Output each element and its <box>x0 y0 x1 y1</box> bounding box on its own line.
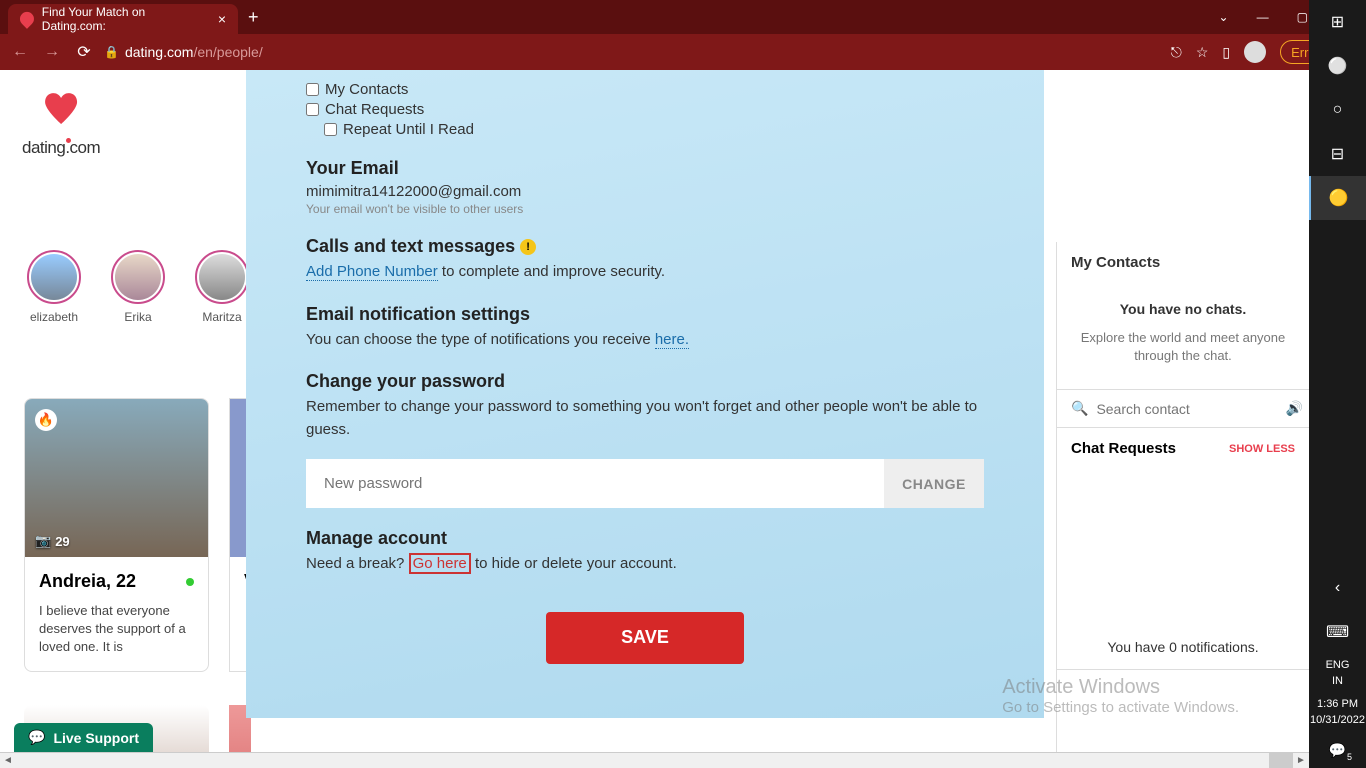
extensions-icon[interactable]: ▯ <box>1222 44 1230 61</box>
url-domain: dating.com <box>125 44 193 60</box>
change-password-button[interactable]: CHANGE <box>884 459 984 508</box>
change-password-heading: Change your password <box>306 371 984 392</box>
windows-taskbar: ⊞ ⚪ ○ ⊟ 🟡 ‹ ⌨ ENGIN 1:36 PM10/31/2022 💬5 <box>1309 0 1366 768</box>
chrome-icon[interactable]: 🟡 <box>1309 176 1366 220</box>
story-item[interactable]: Maritza <box>194 250 250 324</box>
scroll-right-icon[interactable]: ► <box>1293 755 1309 766</box>
profile-desc: I believe that everyone deserves the sup… <box>39 602 194 657</box>
heart-icon <box>39 90 83 134</box>
my-contacts-checkbox[interactable]: My Contacts <box>306 81 984 98</box>
repeat-checkbox[interactable]: Repeat Until I Read <box>324 121 984 138</box>
share-icon[interactable]: ⎋ <box>1171 44 1182 61</box>
back-button[interactable]: ← <box>8 43 32 61</box>
story-name: Erika <box>124 310 151 324</box>
story-name: Maritza <box>202 310 241 324</box>
site-favicon <box>17 9 37 29</box>
page-content: dating.com elizabeth Erika Maritza 🔥 📷29… <box>0 70 1309 752</box>
profile-card[interactable]: 🔥 📷29 Andreia, 22 I believe that everyon… <box>24 398 209 672</box>
tab-title: Find Your Match on Dating.com: <box>42 5 210 33</box>
maximize-icon[interactable]: ▢ <box>1297 10 1308 24</box>
browser-chrome: Find Your Match on Dating.com: × + ⌄ — ▢… <box>0 0 1366 70</box>
url-path: /en/people/ <box>193 44 262 60</box>
cards-row: 🔥 📷29 Andreia, 22 I believe that everyon… <box>24 398 251 672</box>
profile-name: Andreia, 22 <box>39 571 136 592</box>
live-support-button[interactable]: 💬 Live Support <box>14 723 153 752</box>
show-less-button[interactable]: SHOW LESS <box>1229 443 1295 455</box>
story-name: elizabeth <box>30 310 78 324</box>
chat-bubble-icon: 💬 <box>28 729 45 746</box>
new-password-input[interactable] <box>306 459 884 508</box>
save-button[interactable]: SAVE <box>546 612 744 664</box>
calls-heading: Calls and text messages <box>306 236 515 256</box>
close-tab-icon[interactable]: × <box>218 11 226 27</box>
lock-icon: 🔒 <box>104 45 119 59</box>
chat-requests-title: Chat Requests <box>1071 440 1176 457</box>
scroll-left-icon[interactable]: ◄ <box>0 755 16 766</box>
forward-button[interactable]: → <box>40 43 64 61</box>
horizontal-scrollbar[interactable]: ◄ ► <box>0 752 1309 768</box>
sound-icon[interactable]: 🔊 <box>1285 400 1302 417</box>
search-contact-input[interactable] <box>1096 401 1277 417</box>
browser-tab[interactable]: Find Your Match on Dating.com: × <box>8 4 238 34</box>
settings-modal: My Contacts Chat Requests Repeat Until I… <box>246 70 1044 718</box>
email-hint: Your email won't be visible to other use… <box>306 202 984 216</box>
show-hidden-icon[interactable]: ‹ <box>1309 566 1366 610</box>
profile-avatar-icon[interactable] <box>1244 41 1266 63</box>
story-item[interactable]: Erika <box>110 250 166 324</box>
chevron-down-icon[interactable]: ⌄ <box>1219 10 1229 24</box>
search-icon[interactable]: ⚪ <box>1309 44 1366 88</box>
windows-start-icon[interactable]: ⊞ <box>1309 0 1366 44</box>
cortana-icon[interactable]: ○ <box>1309 88 1366 132</box>
language-indicator[interactable]: ENGIN <box>1326 654 1350 693</box>
add-phone-link[interactable]: Add Phone Number <box>306 263 438 281</box>
notifications-text: You have 0 notifications. <box>1057 469 1309 669</box>
no-chats-text: You have no chats. <box>1071 301 1295 317</box>
chat-requests-checkbox[interactable]: Chat Requests <box>306 101 984 118</box>
password-hint: Remember to change your password to some… <box>306 396 984 441</box>
url-bar[interactable]: 🔒 dating.com/en/people/ <box>104 44 1163 60</box>
photo-count: 📷29 <box>35 533 70 549</box>
camera-icon: 📷 <box>35 533 51 549</box>
scroll-thumb[interactable] <box>1269 753 1293 768</box>
manage-account-heading: Manage account <box>306 528 984 549</box>
minimize-icon[interactable]: — <box>1257 10 1269 24</box>
explore-text: Explore the world and meet anyone throug… <box>1071 329 1295 365</box>
task-view-icon[interactable]: ⊟ <box>1309 132 1366 176</box>
notif-here-link[interactable]: here. <box>655 331 689 349</box>
go-here-link[interactable]: Go here <box>409 553 471 574</box>
notif-settings-heading: Email notification settings <box>306 304 984 325</box>
bookmark-icon[interactable]: ☆ <box>1196 44 1209 61</box>
clock[interactable]: 1:36 PM10/31/2022 <box>1310 693 1365 732</box>
email-value: mimimitra14122000@gmail.com <box>306 183 984 200</box>
search-icon: 🔍 <box>1071 400 1088 417</box>
keyboard-icon[interactable]: ⌨ <box>1309 610 1366 654</box>
address-bar: ← → ⟳ 🔒 dating.com/en/people/ ⎋ ☆ ▯ Erro… <box>0 34 1366 70</box>
my-contacts-title: My Contacts <box>1057 242 1309 283</box>
your-email-heading: Your Email <box>306 158 984 179</box>
tab-bar: Find Your Match on Dating.com: × + ⌄ — ▢… <box>0 0 1366 34</box>
warning-badge-icon: ! <box>520 239 536 255</box>
notification-center-icon[interactable]: 💬5 <box>1309 732 1366 768</box>
reload-button[interactable]: ⟳ <box>72 42 96 62</box>
story-item[interactable]: elizabeth <box>26 250 82 324</box>
stories-row: elizabeth Erika Maritza <box>26 250 250 324</box>
logo-text: dating.com <box>22 138 100 158</box>
online-status-icon <box>186 578 194 586</box>
fire-badge-icon: 🔥 <box>35 409 57 431</box>
site-logo[interactable]: dating.com <box>22 90 100 158</box>
windows-activation-watermark: Activate Windows Go to Settings to activ… <box>1002 676 1239 716</box>
new-tab-button[interactable]: + <box>248 7 259 28</box>
